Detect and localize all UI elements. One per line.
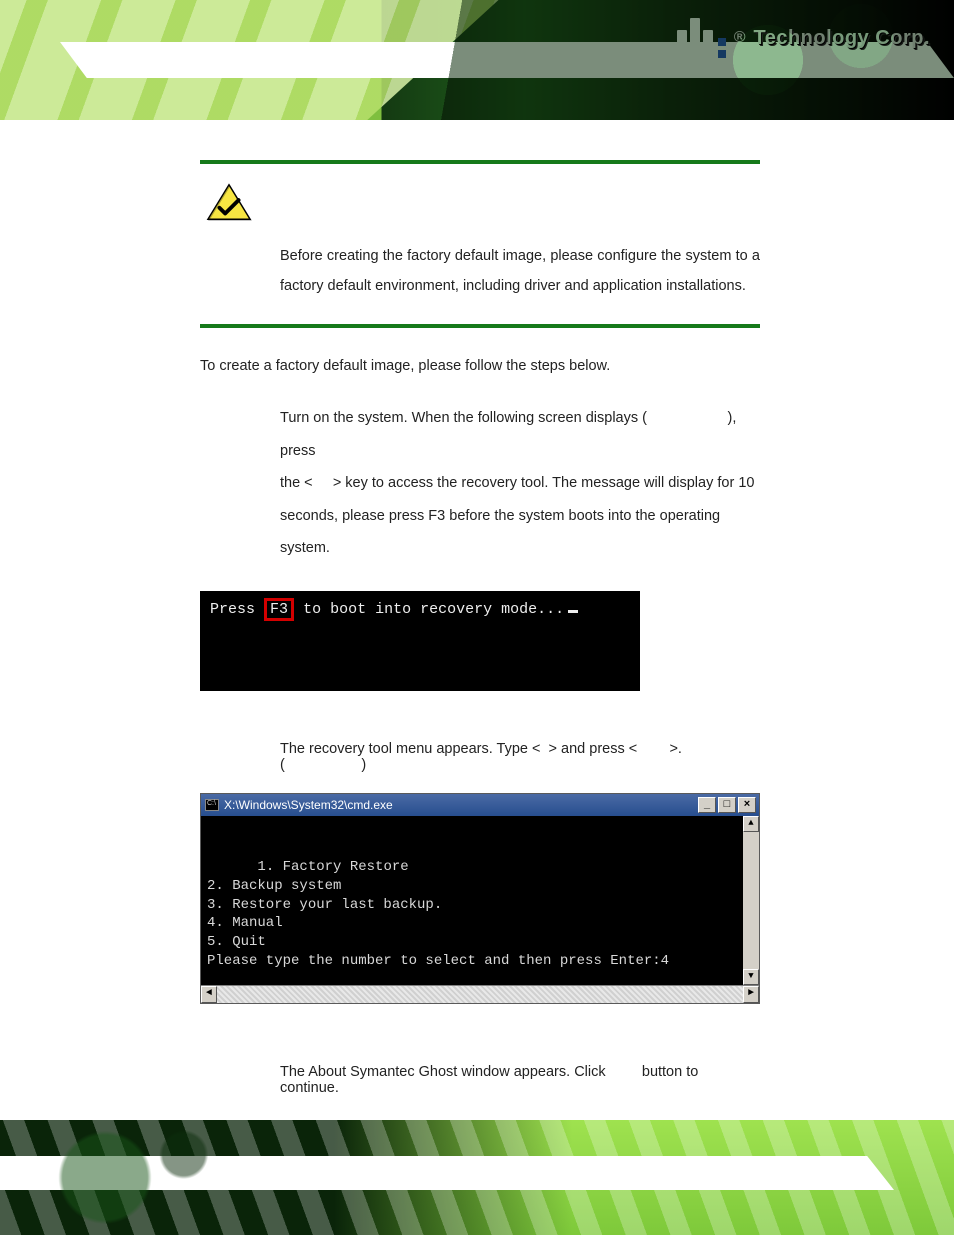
- step2-part-d: ): [361, 757, 366, 773]
- cmd-titlebar: X:\Windows\System32\cmd.exe _ □ ×: [201, 794, 759, 816]
- header-white-strip: [60, 42, 954, 78]
- scroll-right-button[interactable]: ►: [743, 986, 759, 1003]
- boot-text-post: to boot into recovery mode...: [303, 601, 564, 618]
- maximize-button[interactable]: □: [718, 797, 736, 813]
- step2-part-b: > and press <: [549, 741, 638, 757]
- note-body-text: Before creating the factory default imag…: [200, 241, 760, 302]
- cmd-icon: [205, 799, 219, 811]
- cmd-output: 1. Factory Restore 2. Backup system 3. R…: [207, 859, 669, 969]
- scroll-down-button[interactable]: ▼: [743, 969, 759, 985]
- note-top-rule: [200, 160, 760, 164]
- minimize-button[interactable]: _: [698, 797, 716, 813]
- step-3: The About Symantec Ghost window appears.…: [280, 1064, 760, 1096]
- step-2: The recovery tool menu appears. Type < >…: [280, 741, 760, 773]
- brand-block: ® Technology Corp.: [677, 18, 930, 58]
- note-icon: [206, 182, 760, 227]
- page-footer-graphic: [0, 1120, 954, 1235]
- iei-logo: [677, 18, 726, 58]
- step1-part-a: Turn on the system. When the following s…: [280, 410, 647, 426]
- note-bottom-rule: [200, 324, 760, 328]
- step1-part-e: seconds, please press F3 before the syst…: [280, 508, 720, 557]
- step2-part-a: The recovery tool menu appears. Type <: [280, 741, 540, 757]
- step3-part-a: The About Symantec Ghost window appears.…: [280, 1064, 606, 1080]
- boot-text-pre: Press: [210, 601, 255, 618]
- boot-text-f3-highlight: F3: [264, 598, 294, 621]
- footer-white-strip: [0, 1156, 894, 1190]
- boot-prompt-screenshot: Press F3 to boot into recovery mode...: [200, 591, 640, 691]
- step1-part-c: the <: [280, 475, 313, 491]
- step-1: Turn on the system. When the following s…: [280, 402, 760, 565]
- cmd-title-text: X:\Windows\System32\cmd.exe: [224, 798, 393, 812]
- scroll-track[interactable]: [217, 986, 743, 1003]
- scroll-up-button[interactable]: ▲: [743, 816, 759, 832]
- brand-name: Technology Corp.: [753, 27, 930, 50]
- window-buttons: _ □ ×: [698, 797, 756, 813]
- cmd-window: X:\Windows\System32\cmd.exe _ □ × ▲ ▼ 1. …: [200, 793, 760, 1004]
- page-header-graphic: ® Technology Corp.: [0, 0, 954, 120]
- horizontal-scrollbar: ◄ ►: [201, 985, 759, 1003]
- step1-part-d: > key to access the recovery tool. The m…: [333, 475, 755, 491]
- intro-paragraph: To create a factory default image, pleas…: [200, 358, 760, 374]
- scroll-left-button[interactable]: ◄: [201, 986, 217, 1003]
- registered-mark: ®: [734, 29, 746, 47]
- content-column: Before creating the factory default imag…: [200, 160, 760, 1096]
- cursor-icon: [568, 610, 578, 613]
- cmd-body: ▲ ▼ 1. Factory Restore 2. Backup system 3…: [201, 816, 759, 985]
- close-button[interactable]: ×: [738, 797, 756, 813]
